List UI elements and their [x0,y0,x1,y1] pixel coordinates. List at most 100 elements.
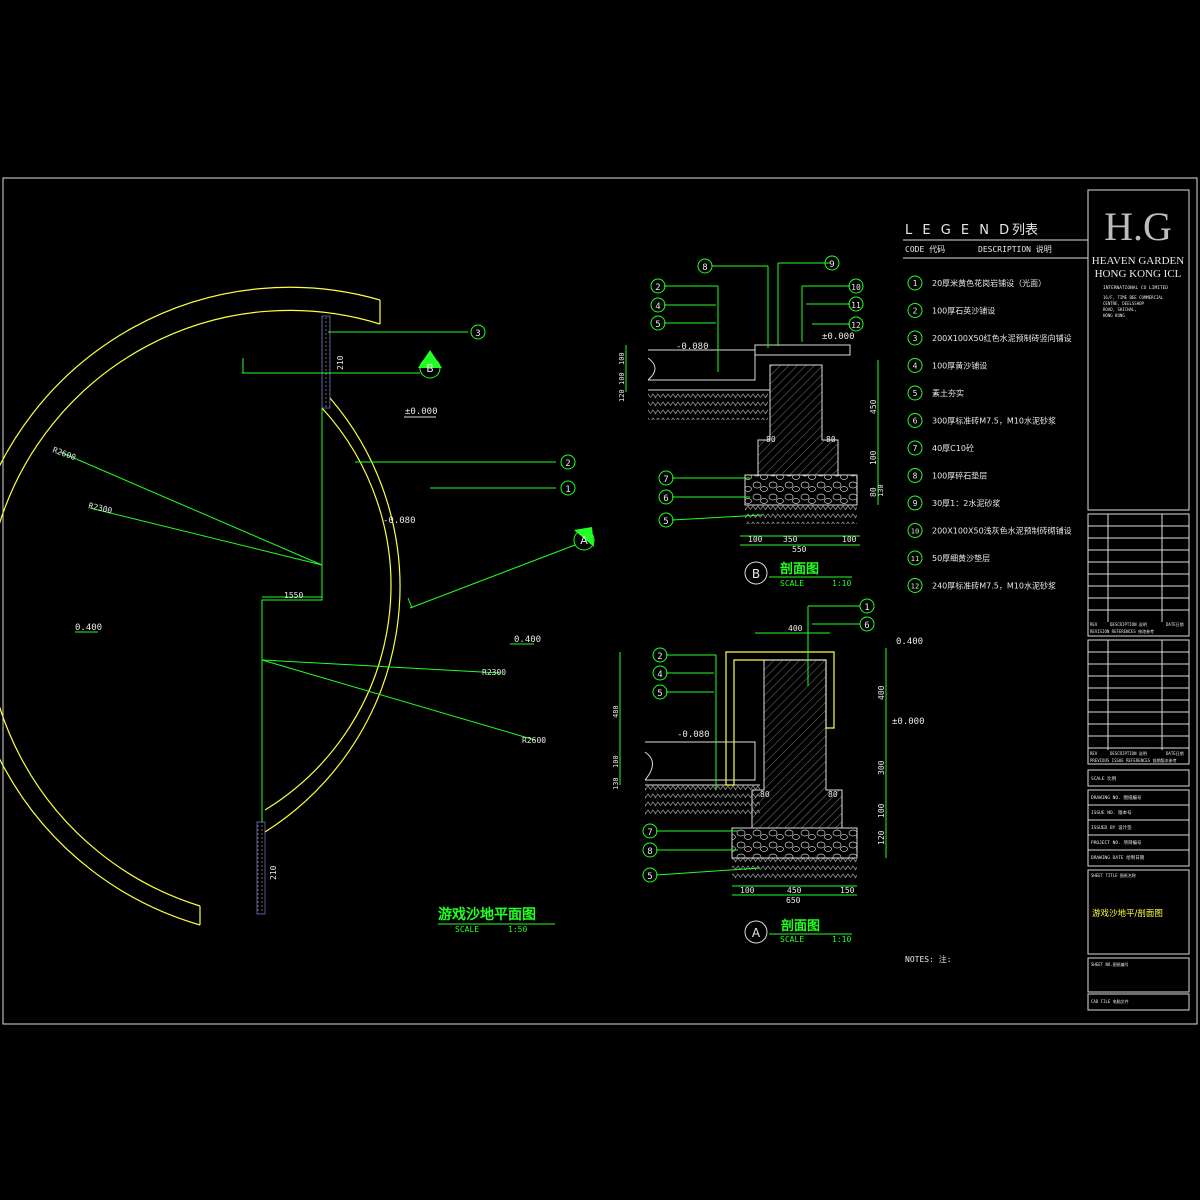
plan-dim-r2600-b: R2600 [522,736,546,745]
section-b-dim-550: 550 [792,545,807,554]
section-a-callouts-left: 2 4 5 7 8 5 [642,647,668,883]
section-a-dim-450: 450 [787,886,802,895]
plan-outer-arc-right [264,407,392,811]
section-mark-a: A [573,527,595,551]
address-line-2: CENTRE, DEELSSHOP [1103,301,1145,306]
title-block-field: DRAWING DATE 绘制日期 [1091,854,1145,861]
section-a-callouts-right: 1 6 [859,598,875,632]
legend-code: 8 [913,472,918,481]
legend-description: 40厚C10砼 [932,443,974,453]
scale-field: SCALE 比例 [1091,775,1117,782]
company-logo: H.G [1104,204,1172,249]
svg-text:DESCRIPTION 说明: DESCRIPTION 说明 [1110,621,1147,627]
section-b-dim-120: 120 [618,389,626,402]
section-a-level-2: 0.400 [896,637,923,647]
section-b-dim-80b: 80 [826,435,836,444]
svg-text:5: 5 [647,872,652,882]
legend-code: 4 [913,362,918,371]
legend-description: 30厚1：2水泥砂浆 [932,498,1000,508]
svg-text:7: 7 [647,828,652,838]
company-name-1: HEAVEN GARDEN [1092,255,1184,267]
plan-level-1: ±0.000 [405,407,438,417]
section-a-dim-100c: 100 [612,755,620,768]
plan-title: 游戏沙地平面图 [438,906,536,923]
svg-text:1: 1 [565,485,570,495]
section-b-dim-100b: 100 [842,535,857,544]
legend-description: 50厚细黄沙垫层 [932,553,990,563]
svg-text:2: 2 [657,652,662,662]
brick-edging-bottom [256,821,266,915]
svg-text:5: 5 [655,320,660,330]
plan-dim-r2300-b: R2300 [482,668,506,677]
address-line-3: ROAD, SHICHAL, [1103,307,1137,312]
svg-text:2: 2 [655,283,660,293]
legend-code: 3 [913,334,918,343]
section-a-dim-100b: 100 [877,803,886,818]
svg-text:1: 1 [864,603,869,613]
legend: L E G E N D 列表 CODE 代码 DESCRIPTION 说明 12… [903,223,1088,964]
plan-view: 3 2 1 B A ±0.000 -0.080 0.400 0.400 R260… [0,286,595,934]
section-a-scale-value: 1:10 [832,935,851,944]
section-b-dim-100e: 100 [618,372,626,385]
section-b-title: 剖面图 [780,561,819,577]
svg-text:12: 12 [851,321,861,330]
legend-description: 100厚石英沙铺设 [932,306,995,316]
legend-code: 7 [913,444,918,453]
section-b-dim-100c: 100 [869,450,878,465]
title-block-field: ISSUE NO. 版本号 [1091,809,1132,816]
section-a-scale-label: SCALE [780,935,804,944]
plan-level-2: -0.080 [383,516,416,526]
plan-dim-r2300-a: R2300 [88,501,114,515]
sheet-title-label: SHEET TITLE 图纸名称 [1091,872,1136,878]
section-b-dim-450: 450 [869,399,878,414]
svg-text:10: 10 [851,283,861,292]
section-a-dim-130: 130 [612,777,620,790]
plan-callout-3: 3 [470,324,486,340]
svg-text:B: B [426,362,434,375]
legend-title-cn: 列表 [1012,223,1038,238]
drawing-canvas: 3 2 1 B A ±0.000 -0.080 0.400 0.400 R260… [0,177,1198,1025]
svg-text:DESCRIPTION 说明: DESCRIPTION 说明 [1110,750,1147,756]
section-b: 2 4 5 7 6 5 8 9 10 11 12 -0.080 ±0.000 1… [618,255,885,588]
section-b-dim-350: 350 [783,535,798,544]
legend-title: L E G E N D [905,223,1012,238]
legend-description: 100厚黄沙铺设 [932,361,987,371]
title-block-field: DRAWING NO. 图纸编号 [1091,794,1142,801]
svg-text:A: A [752,926,761,940]
section-b-dim-100a: 100 [748,535,763,544]
svg-text:REV: REV [1090,622,1098,627]
svg-text:8: 8 [647,847,652,857]
legend-code: 1 [913,279,918,288]
sheet-title: 游戏沙地平/剖面图 [1092,908,1163,919]
section-mark-b: B [418,350,442,379]
svg-text:11: 11 [851,301,861,310]
svg-text:6: 6 [864,621,869,631]
sheet-no-label: SHEET NO.图纸编号 [1091,961,1129,967]
svg-text:DATE日期: DATE日期 [1166,750,1184,756]
legend-description: 240厚标准砖M7.5，M10水泥砂浆 [932,581,1056,591]
section-a-level-1: -0.080 [677,730,710,740]
section-b-wall [757,364,839,476]
section-a-dim-80a: 80 [760,790,770,799]
previous-issue-table [1087,639,1190,765]
section-b-scale-value: 1:10 [832,579,851,588]
svg-text:9: 9 [829,260,834,270]
svg-text:3: 3 [475,329,480,339]
plan-callout-1: 1 [560,480,576,496]
svg-text:6: 6 [663,494,668,504]
title-block: H.G HEAVEN GARDEN HONG KONG ICL INTERNAT… [1087,189,1190,1011]
svg-text:5: 5 [657,689,662,699]
legend-description: 200X100X50浅灰色水泥预制砖砌铺设 [932,526,1072,536]
plan-scale-label: SCALE [455,925,479,934]
legend-code: 10 [911,528,919,536]
legend-description: 200X100X50红色水泥预制砖竖向铺设 [932,333,1072,343]
legend-description: 300厚标准砖M7.5，M10水泥砂浆 [932,416,1056,426]
section-b-callouts-right: 8 9 10 11 12 [697,255,864,332]
section-a-dim-300: 300 [877,760,886,775]
section-b-level-1: -0.080 [676,342,709,352]
svg-text:A: A [580,534,588,547]
svg-text:5: 5 [663,517,668,527]
section-b-dim-100d: 100 [618,352,626,365]
legend-col-desc: DESCRIPTION 说明 [978,244,1052,254]
svg-text:4: 4 [657,670,662,680]
